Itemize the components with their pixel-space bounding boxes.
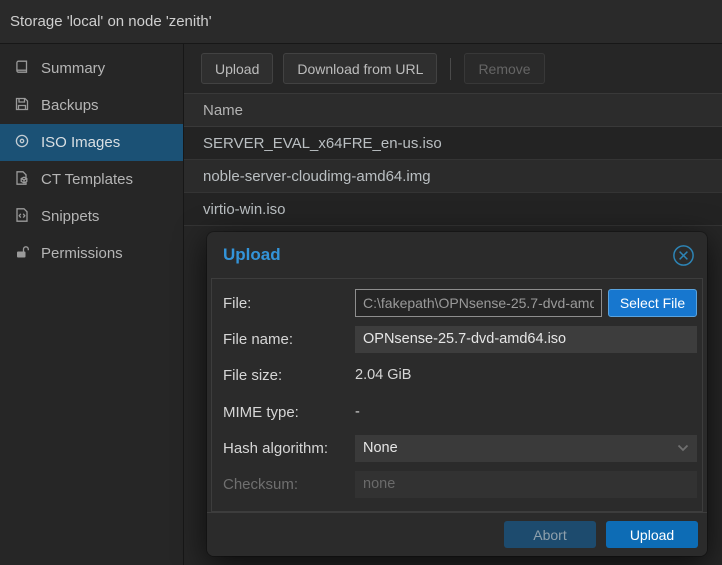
file-size-row: File size: 2.04 GiB: [223, 361, 692, 389]
page-title: Storage 'local' on node 'zenith': [10, 13, 212, 30]
file-label: File:: [223, 295, 355, 312]
upload-button[interactable]: Upload: [201, 53, 273, 84]
upload-dialog-header: Upload: [207, 232, 707, 278]
snippet-icon: [14, 207, 30, 227]
file-name-field[interactable]: OPNsense-25.7-dvd-amd64.iso: [355, 326, 697, 353]
file-size-label: File size:: [223, 367, 355, 384]
chevron-down-icon: [677, 440, 689, 456]
hash-algorithm-label: Hash algorithm:: [223, 440, 355, 457]
template-icon: [14, 170, 30, 190]
close-icon[interactable]: [672, 244, 695, 267]
mime-type-label: MIME type:: [223, 404, 355, 421]
sidebar-item-label: Snippets: [41, 208, 99, 225]
download-from-url-button[interactable]: Download from URL: [283, 53, 437, 84]
abort-button[interactable]: Abort: [504, 521, 596, 548]
sidebar-item-label: ISO Images: [41, 134, 120, 151]
column-header-label: Name: [203, 102, 243, 119]
content-toolbar: Upload Download from URL Remove: [184, 44, 722, 93]
sidebar-item-label: Backups: [41, 97, 99, 114]
dialog-upload-button[interactable]: Upload: [606, 521, 698, 548]
hash-algorithm-row: Hash algorithm: None: [223, 434, 692, 462]
upload-form: File: Select File File name: OPNsense-25…: [211, 278, 703, 512]
upload-dialog-footer: Abort Upload: [207, 512, 707, 556]
table-row[interactable]: virtio-win.iso: [184, 193, 722, 226]
dialog-title: Upload: [223, 245, 281, 265]
toolbar-separator: [450, 58, 451, 80]
upload-dialog: Upload File: Select File File name: OPNs…: [207, 232, 707, 556]
column-header-name[interactable]: Name: [184, 93, 722, 127]
hash-algorithm-value: None: [363, 440, 398, 456]
iso-file-name: virtio-win.iso: [203, 201, 286, 218]
file-size-value: 2.04 GiB: [355, 367, 411, 383]
iso-file-name: SERVER_EVAL_x64FRE_en-us.iso: [203, 135, 442, 152]
table-row[interactable]: noble-server-cloudimg-amd64.img: [184, 160, 722, 193]
sidebar-item-label: CT Templates: [41, 171, 133, 188]
checksum-label: Checksum:: [223, 476, 355, 493]
book-icon: [14, 59, 30, 79]
sidebar-item-backups[interactable]: Backups: [0, 87, 183, 124]
storage-sidebar: Summary Backups ISO Images: [0, 44, 184, 565]
window-titlebar: Storage 'local' on node 'zenith': [0, 0, 722, 44]
file-name-label: File name:: [223, 331, 355, 348]
checksum-row: Checksum:: [223, 470, 692, 498]
sidebar-item-snippets[interactable]: Snippets: [0, 198, 183, 235]
mime-type-row: MIME type: -: [223, 398, 692, 426]
iso-file-name: noble-server-cloudimg-amd64.img: [203, 168, 431, 185]
sidebar-item-ct-templates[interactable]: CT Templates: [0, 161, 183, 198]
unlock-icon: [14, 244, 30, 264]
file-name-row: File name: OPNsense-25.7-dvd-amd64.iso: [223, 325, 692, 353]
file-row: File: Select File: [223, 289, 692, 317]
table-row[interactable]: SERVER_EVAL_x64FRE_en-us.iso: [184, 127, 722, 160]
sidebar-item-label: Permissions: [41, 245, 123, 262]
checksum-input[interactable]: [355, 471, 697, 498]
sidebar-item-iso-images[interactable]: ISO Images: [0, 124, 183, 161]
floppy-icon: [14, 96, 30, 116]
sidebar-item-permissions[interactable]: Permissions: [0, 235, 183, 272]
file-path-input[interactable]: [355, 289, 602, 317]
disc-icon: [14, 133, 30, 153]
remove-button[interactable]: Remove: [464, 53, 544, 84]
mime-type-value: -: [355, 404, 360, 420]
sidebar-item-summary[interactable]: Summary: [0, 50, 183, 87]
sidebar-item-label: Summary: [41, 60, 105, 77]
hash-algorithm-select[interactable]: None: [355, 435, 697, 462]
select-file-button[interactable]: Select File: [608, 289, 697, 317]
